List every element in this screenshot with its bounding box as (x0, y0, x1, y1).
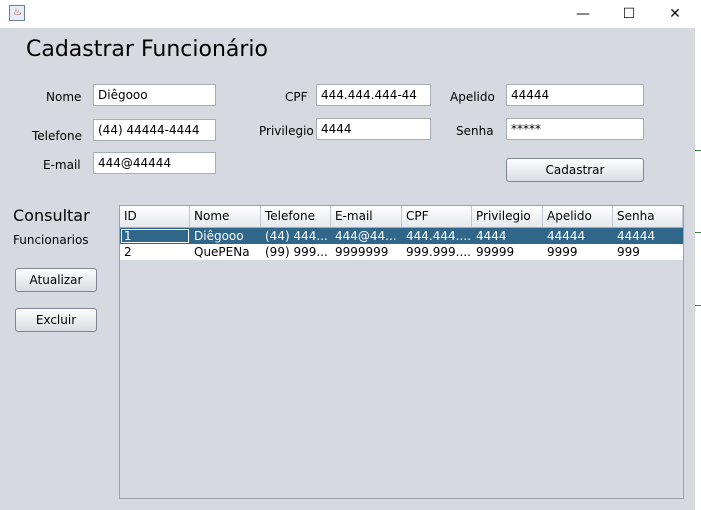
java-icon: ♨ (9, 5, 25, 21)
privilegio-label: Privilegio (259, 124, 314, 138)
table-row[interactable]: 2 QuePENa (99) 999... 9999999 999.999.... 999… (120, 244, 683, 260)
nome-field[interactable]: Diêgooo (93, 84, 216, 106)
excluir-button[interactable]: Excluir (15, 308, 97, 332)
table-cell[interactable]: 999 (613, 244, 683, 260)
column-header-privilegio[interactable]: Privilegio (472, 206, 543, 227)
table-cell[interactable]: 44444 (543, 228, 613, 244)
column-header-id[interactable]: ID (120, 206, 190, 227)
close-icon[interactable]: ✕ (652, 0, 698, 28)
telefone-field[interactable]: (44) 44444-4444 (93, 119, 216, 141)
table-header: ID Nome Telefone E-mail CPF Privilegio Apelido… (120, 206, 683, 228)
table-cell[interactable]: 99999 (472, 244, 543, 260)
table-cell[interactable]: 9999 (543, 244, 613, 260)
email-label: E-mail (43, 158, 81, 172)
cpf-field[interactable]: 444.444.444-44 (316, 84, 431, 106)
apelido-field[interactable]: 44444 (506, 84, 644, 106)
table-cell[interactable]: (99) 999... (261, 244, 331, 260)
table-cell[interactable]: (44) 444... (261, 228, 331, 244)
atualizar-button[interactable]: Atualizar (15, 268, 97, 292)
senha-field[interactable]: ***** (506, 118, 644, 140)
funcionarios-table[interactable]: ID Nome Telefone E-mail CPF Privilegio Apelido… (119, 205, 684, 499)
table-cell[interactable]: 444.444.... (402, 228, 472, 244)
title-bar: ♨ — ☐ ✕ (0, 0, 695, 28)
table-cell[interactable]: Diêgooo (190, 228, 261, 244)
column-header-cpf[interactable]: CPF (402, 206, 472, 227)
table-cell[interactable]: 9999999 (331, 244, 402, 260)
table-cell[interactable]: 1 (120, 228, 190, 244)
table-cell[interactable]: 4444 (472, 228, 543, 244)
column-header-telefone[interactable]: Telefone (261, 206, 331, 227)
column-header-apelido[interactable]: Apelido (543, 206, 613, 227)
main-panel: Cadastrar Funcionário Nome Diêgooo CPF 4… (0, 28, 695, 510)
window-edge (695, 0, 701, 510)
table-cell[interactable]: 2 (120, 244, 190, 260)
table-cell[interactable]: 444@44... (331, 228, 402, 244)
cpf-label: CPF (285, 90, 308, 104)
maximize-icon[interactable]: ☐ (606, 0, 652, 28)
privilegio-field[interactable]: 4444 (316, 118, 431, 140)
table-body: 1 Diêgooo (44) 444... 444@44... 444.444.... 4… (120, 228, 683, 260)
column-header-senha[interactable]: Senha (613, 206, 683, 227)
table-cell[interactable]: 44444 (613, 228, 683, 244)
table-cell[interactable]: 999.999.... (402, 244, 472, 260)
table-cell[interactable]: QuePENa (190, 244, 261, 260)
column-header-e-mail[interactable]: E-mail (331, 206, 402, 227)
senha-label: Senha (456, 124, 494, 138)
minimize-icon[interactable]: — (560, 0, 606, 28)
cadastrar-button[interactable]: Cadastrar (506, 158, 644, 182)
page-title: Cadastrar Funcionário (26, 37, 268, 62)
telefone-label: Telefone (32, 129, 82, 143)
table-row[interactable]: 1 Diêgooo (44) 444... 444@44... 444.444.... 4… (120, 228, 683, 244)
apelido-label: Apelido (450, 90, 495, 104)
consultar-label: Consultar (13, 206, 90, 225)
email-field[interactable]: 444@44444 (93, 152, 216, 174)
column-header-nome[interactable]: Nome (190, 206, 261, 227)
nome-label: Nome (46, 90, 82, 104)
funcionarios-label: Funcionarios (13, 233, 89, 247)
